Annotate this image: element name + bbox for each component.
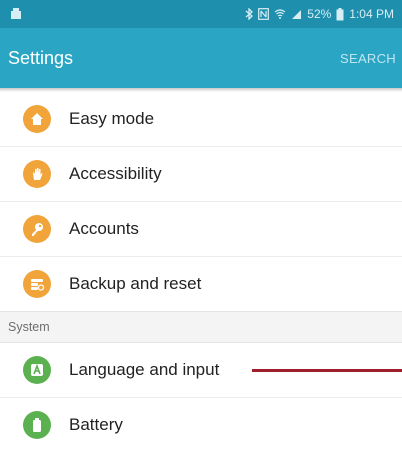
- app-bar: Settings SEARCH: [0, 28, 402, 88]
- section-label: System: [8, 320, 50, 334]
- settings-item-accounts[interactable]: Accounts: [0, 202, 402, 257]
- settings-item-label: Accounts: [69, 219, 139, 238]
- wifi-icon: [274, 9, 286, 19]
- backup-icon: [23, 270, 51, 298]
- bluetooth-icon: [245, 8, 254, 20]
- home-icon: [23, 105, 51, 133]
- settings-item-label: Backup and reset: [69, 274, 202, 293]
- settings-item-label: Easy mode: [69, 109, 155, 128]
- key-icon: [23, 215, 51, 243]
- language-icon: [23, 356, 51, 384]
- nfc-icon: [258, 8, 270, 20]
- settings-item-label: Battery: [69, 415, 123, 434]
- battery-percent: 52%: [307, 7, 332, 21]
- callout-pointer-line: [252, 369, 402, 372]
- status-time: 1:04 PM: [349, 7, 394, 21]
- settings-item-easy-mode[interactable]: Easy mode: [0, 92, 402, 147]
- signal-icon: [292, 10, 302, 19]
- settings-list: Easy mode Accessibility Accounts Backup …: [0, 92, 402, 452]
- hand-icon: [23, 160, 51, 188]
- settings-item-label: Accessibility: [69, 164, 162, 183]
- battery-icon: [23, 411, 51, 439]
- settings-item-label: Language and input: [69, 360, 220, 379]
- settings-item-accessibility[interactable]: Accessibility: [0, 147, 402, 202]
- notification-icon: [11, 8, 21, 19]
- settings-item-language-and-input[interactable]: Language and input: [0, 343, 402, 398]
- settings-item-backup-and-reset[interactable]: Backup and reset: [0, 257, 402, 311]
- settings-item-battery[interactable]: Battery: [0, 398, 402, 452]
- section-header-system: System: [0, 311, 402, 343]
- search-button[interactable]: SEARCH: [340, 51, 396, 66]
- status-bar: 52% 1:04 PM: [0, 0, 402, 28]
- battery-icon: [336, 7, 344, 20]
- page-title: Settings: [8, 47, 74, 68]
